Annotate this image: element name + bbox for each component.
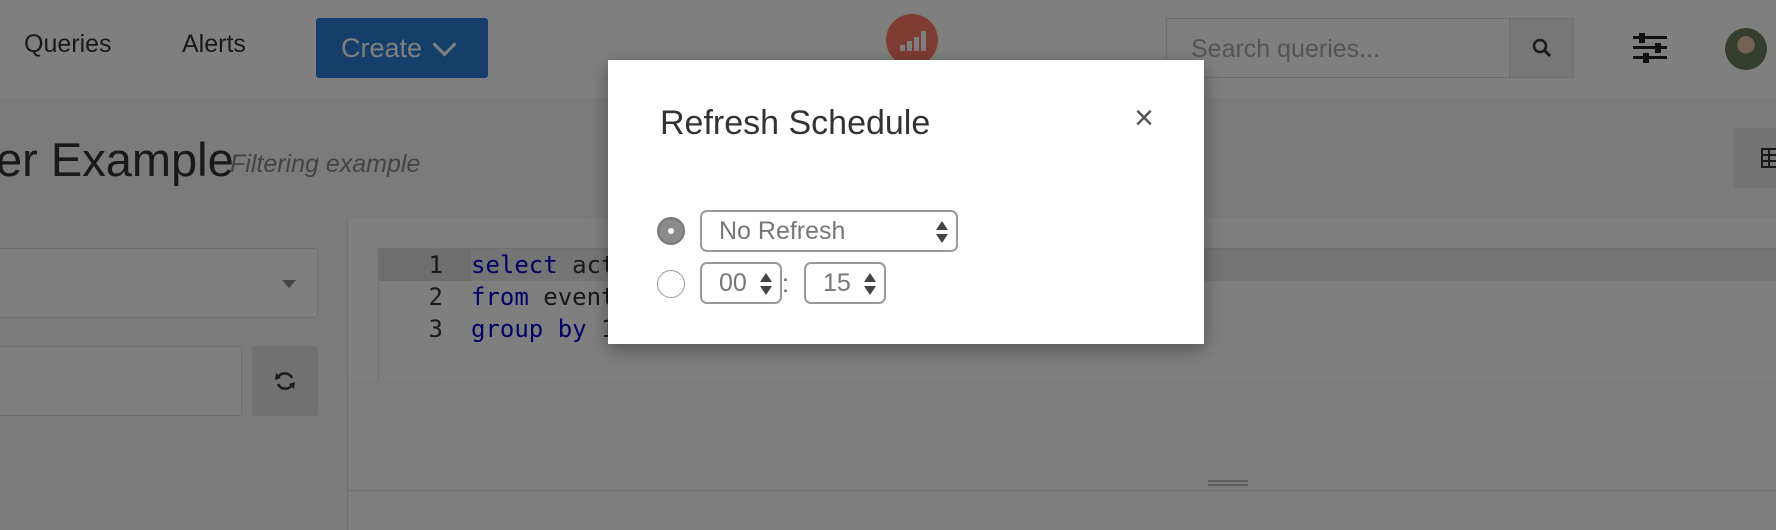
updown-arrows-icon — [760, 273, 772, 295]
hour-select[interactable]: 00 — [700, 262, 782, 304]
interval-selected-value: No Refresh — [719, 217, 846, 245]
minute-value: 15 — [823, 269, 851, 297]
refresh-interval-select[interactable]: No Refresh — [700, 210, 958, 252]
updown-arrows-icon — [936, 221, 948, 243]
time-separator: : — [782, 270, 789, 298]
minute-select[interactable]: 15 — [804, 262, 886, 304]
hour-value: 00 — [719, 269, 747, 297]
updown-arrows-icon — [864, 273, 876, 295]
refresh-schedule-dialog: Refresh Schedule × — [608, 60, 1204, 344]
dialog-title: Refresh Schedule — [660, 104, 931, 142]
time-radio[interactable] — [657, 270, 685, 298]
close-icon[interactable]: × — [1126, 100, 1162, 136]
interval-radio[interactable] — [657, 217, 685, 245]
